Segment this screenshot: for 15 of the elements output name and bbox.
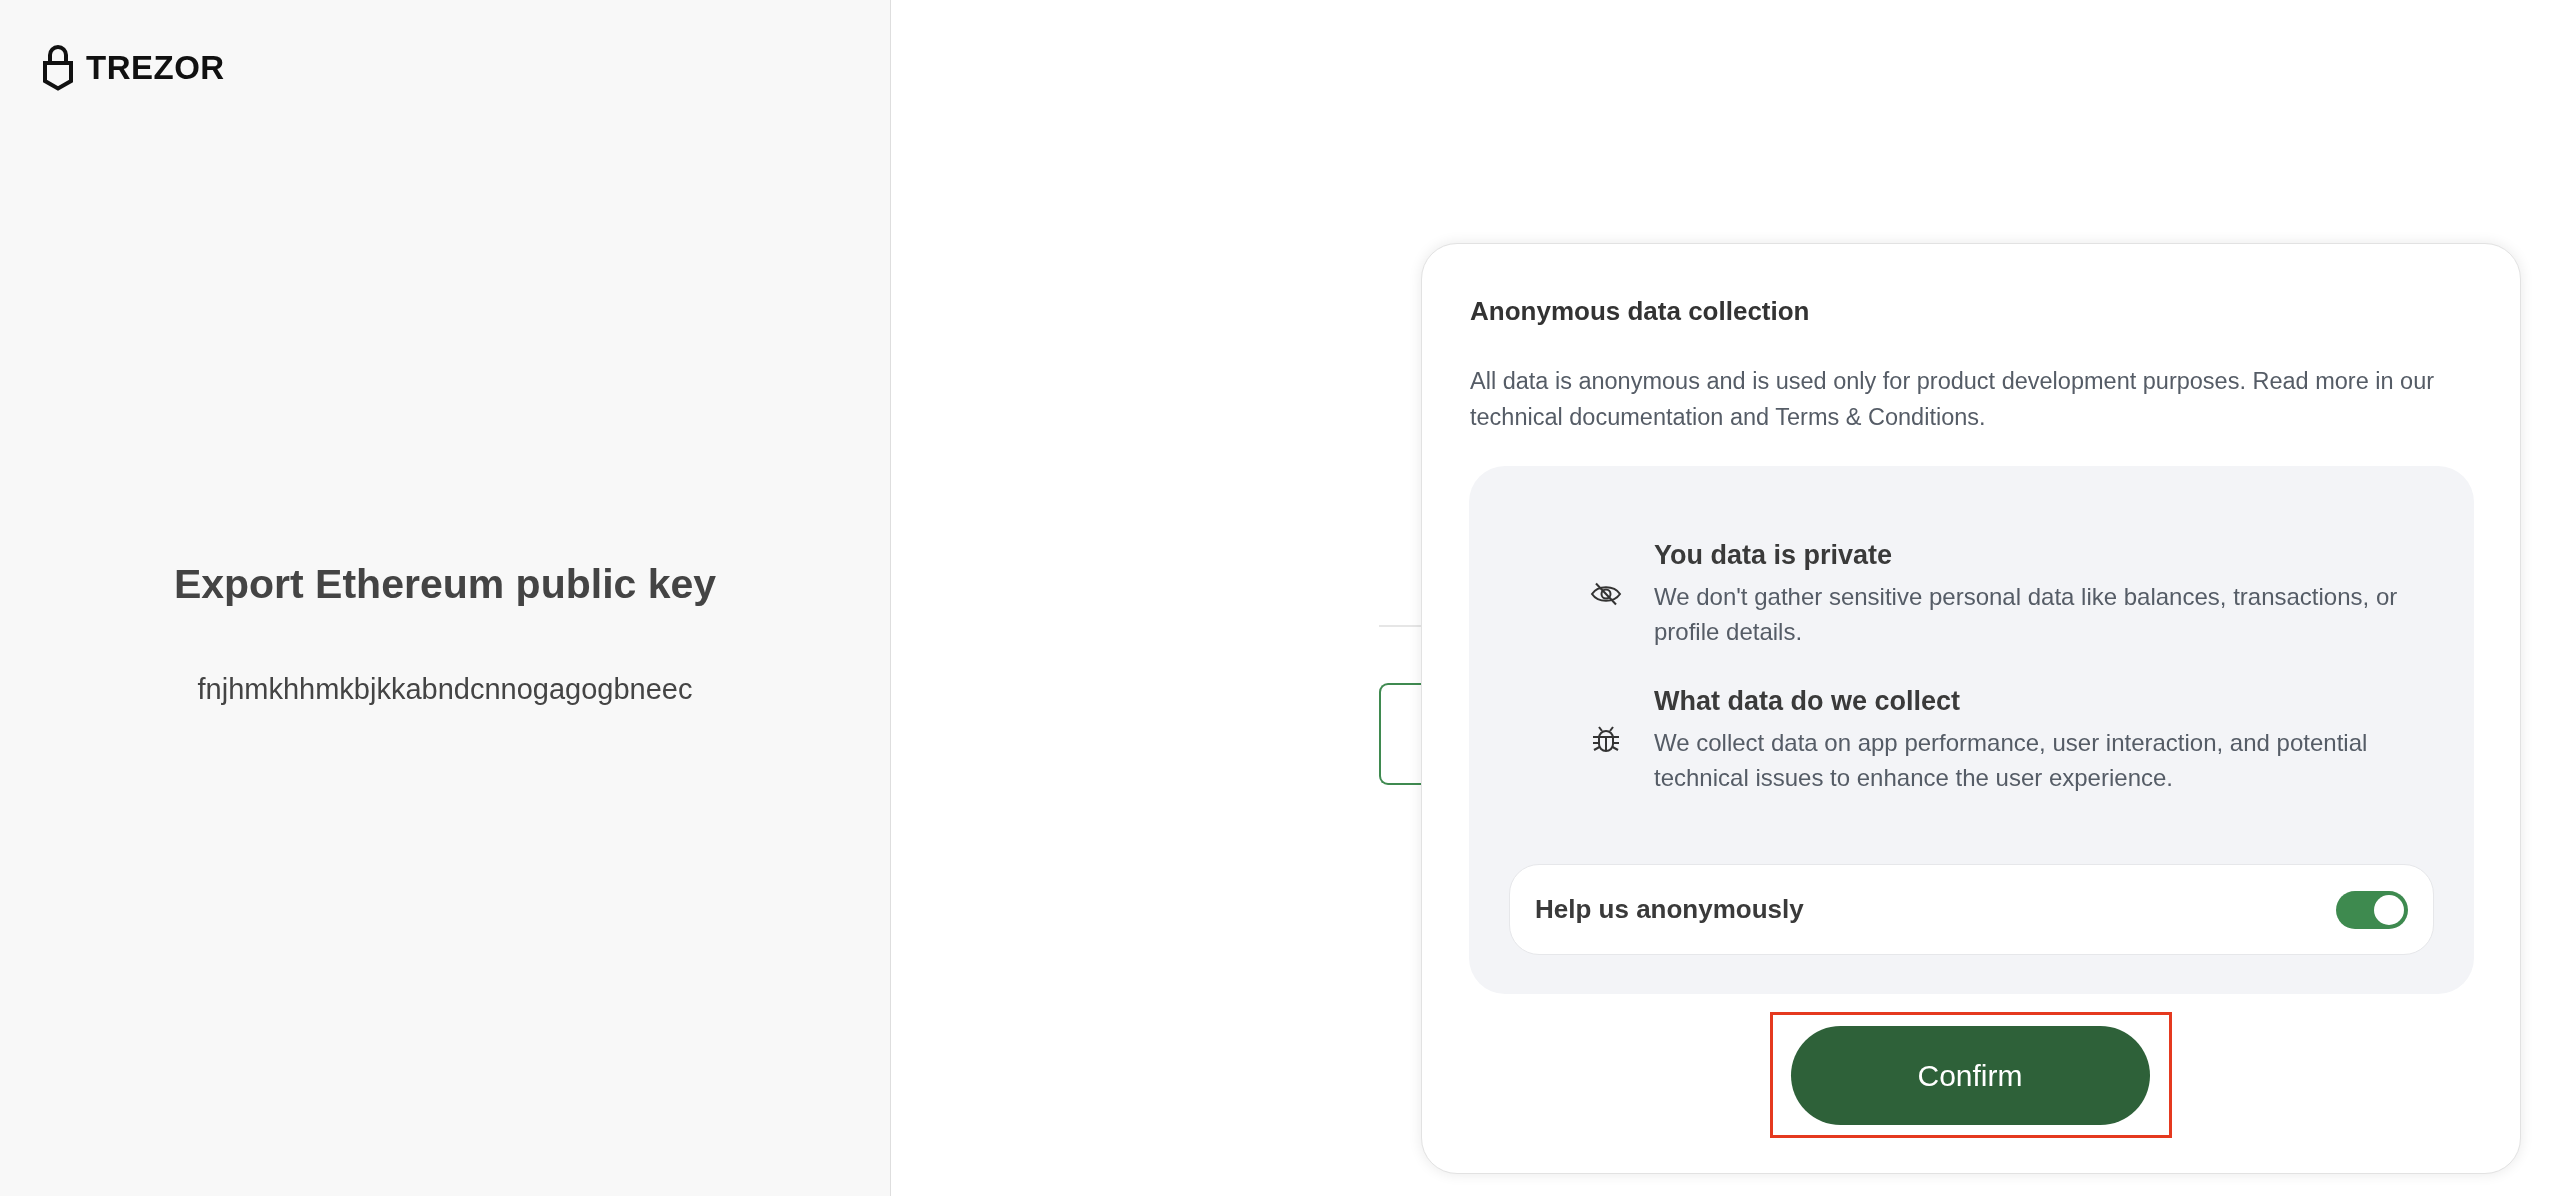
eye-slash-icon [1590,581,1622,606]
dialog-description: All data is anonymous and is used only for product development purposes. Read more in our technical documentation and Terms & Conditions. [1470,367,2436,432]
dialog-title: Anonymous data collection [1470,295,1811,328]
toggle-label: Help us anonymously [1535,894,1804,925]
point-text: We collect data on app performance, user interaction, and potential technical issues to enhance the user experience. [1654,728,2369,793]
point-title: What data do we collect [1654,685,1962,718]
point-title: You data is private [1654,539,1894,572]
identifier-text: fnjhmkhhmkbjkkabndcnnogagogbneec [197,672,693,707]
padlock-icon [42,44,74,91]
toggle-switch[interactable] [2336,890,2408,929]
point-text: We don't gather sensitive personal data like balances, transactions, or profile details. [1654,582,2399,647]
bug-icon [1592,725,1620,754]
confirm-button[interactable]: Confirm [1790,1026,2150,1125]
page-title: Export Ethereum public key [173,560,717,609]
brand-name: TREZOR [86,47,225,88]
